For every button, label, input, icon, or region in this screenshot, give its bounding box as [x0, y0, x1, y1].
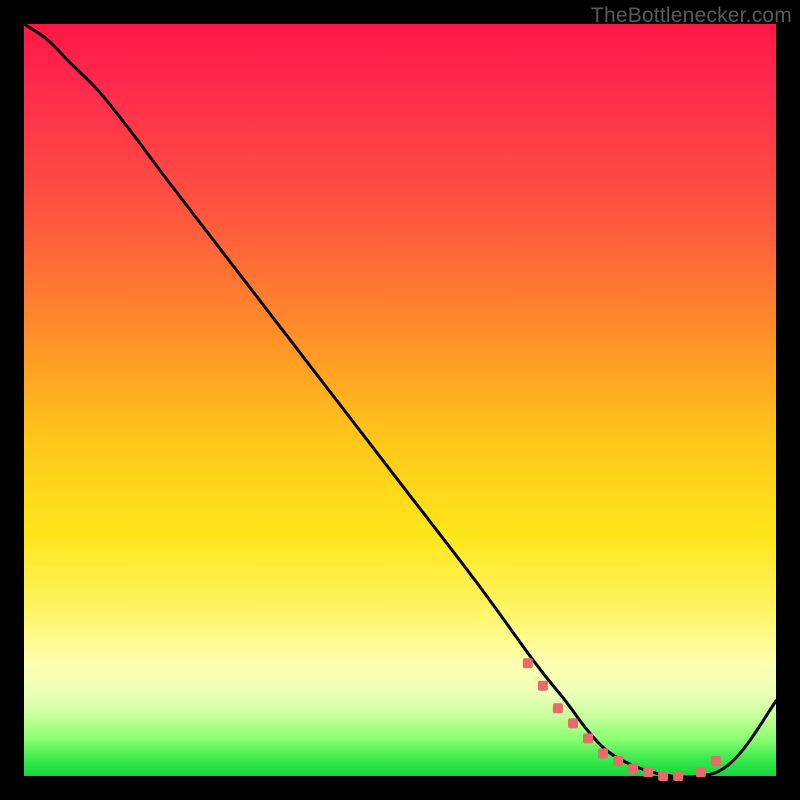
valley-marker	[568, 718, 578, 728]
valley-marker	[613, 756, 623, 766]
valley-marker	[583, 733, 593, 743]
valley-marker	[711, 756, 721, 766]
valley-marker	[628, 764, 638, 774]
valley-marker	[553, 703, 563, 713]
valley-marker	[658, 771, 668, 781]
plot-area	[24, 24, 776, 776]
curve-path	[24, 24, 776, 777]
valley-marker	[696, 767, 706, 777]
valley-marker	[538, 681, 548, 691]
valley-marker	[523, 658, 533, 668]
valley-marker	[673, 771, 683, 781]
valley-marker	[598, 748, 608, 758]
bottleneck-curve	[24, 24, 776, 776]
chart-stage: TheBottlenecker.com	[0, 0, 800, 800]
valley-marker	[643, 767, 653, 777]
